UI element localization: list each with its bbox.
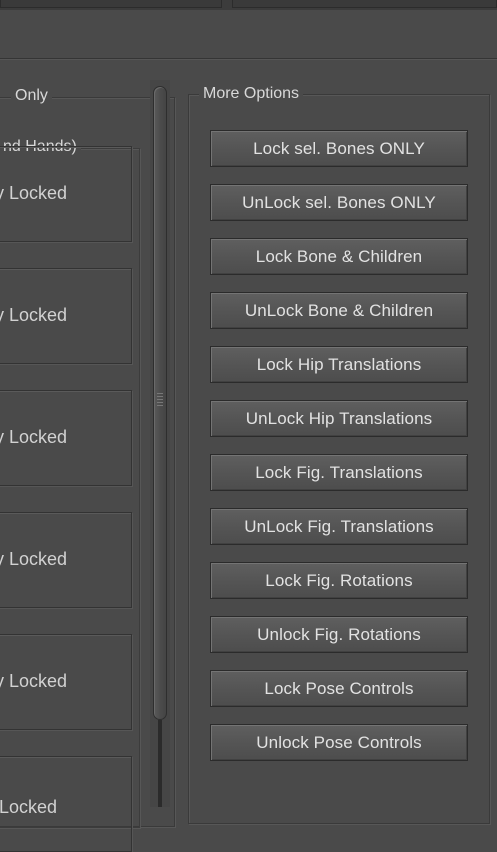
lock-box-label: ly Locked — [0, 671, 68, 691]
lock-box-2[interactable]: ly Locked — [0, 268, 132, 364]
lock-pose-controls-button[interactable]: Lock Pose Controls — [210, 670, 468, 707]
lock-figure-translations-button[interactable]: Lock Fig. Translations — [210, 454, 468, 491]
lock-box-3[interactable]: ly Locked — [0, 390, 132, 486]
lock-box-label: ly Locked — [0, 427, 68, 447]
unlock-figure-rotations-button[interactable]: Unlock Fig. Rotations — [210, 616, 468, 653]
scrollbar-grip-line — [157, 402, 163, 403]
top-left-field[interactable] — [0, 0, 222, 8]
lock-hip-translations-button[interactable]: Lock Hip Translations — [210, 346, 468, 383]
scrollbar-grip-line — [157, 396, 163, 397]
scrollbar-grip-line — [157, 405, 163, 406]
lock-selected-bones-button[interactable]: Lock sel. Bones ONLY — [210, 130, 468, 167]
lock-figure-rotations-button[interactable]: Lock Fig. Rotations — [210, 562, 468, 599]
left-group-title: Only — [11, 87, 52, 105]
unlock-selected-bones-button[interactable]: UnLock sel. Bones ONLY — [210, 184, 468, 221]
unlock-bone-children-button[interactable]: UnLock Bone & Children — [210, 292, 468, 329]
scrollbar-grip-line — [157, 393, 163, 394]
scrollbar-grip-line — [157, 399, 163, 400]
lock-box-6[interactable]: Locked — [0, 756, 132, 852]
lock-bone-children-button[interactable]: Lock Bone & Children — [210, 238, 468, 275]
scrollbar-lower-track — [158, 720, 162, 807]
lock-box-label: ly Locked — [0, 305, 68, 325]
unlock-pose-controls-button[interactable]: Unlock Pose Controls — [210, 724, 468, 761]
top-divider-highlight — [0, 59, 497, 60]
lock-box-4[interactable]: ly Locked — [0, 512, 132, 608]
lock-box-label: Locked — [0, 797, 58, 817]
lock-box-5[interactable]: ly Locked — [0, 634, 132, 730]
unlock-figure-translations-button[interactable]: UnLock Fig. Translations — [210, 508, 468, 545]
scrollbar-thumb[interactable] — [153, 86, 167, 720]
lock-box-1[interactable]: ly Locked — [0, 146, 132, 242]
unlock-hip-translations-button[interactable]: UnLock Hip Translations — [210, 400, 468, 437]
top-right-field[interactable] — [232, 0, 497, 8]
more-options-title: More Options — [199, 85, 304, 103]
lock-box-label: ly Locked — [0, 183, 68, 203]
lock-box-label: ly Locked — [0, 549, 68, 569]
